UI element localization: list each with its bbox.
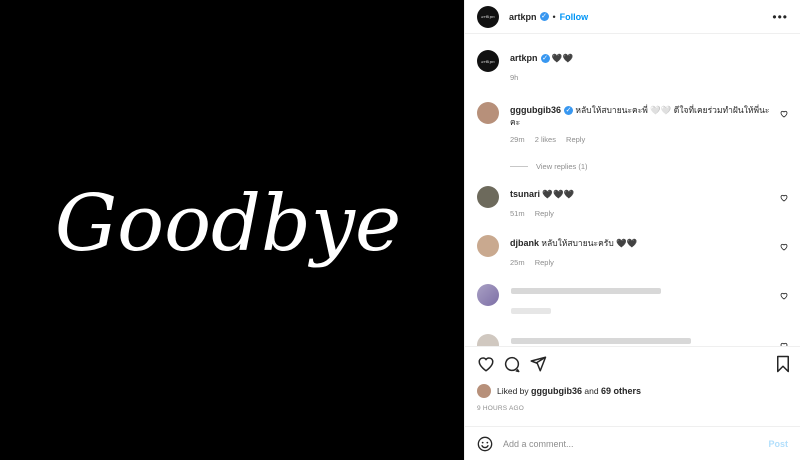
- heart-icon[interactable]: [780, 292, 788, 300]
- separator-dot: •: [552, 11, 556, 22]
- liker-username[interactable]: gggubgib36: [531, 386, 582, 396]
- add-comment-bar: Post: [465, 426, 800, 460]
- caption-time: 9h: [510, 73, 519, 82]
- post-details-panel: artkpn artkpn ✓ • Follow ••• artkpn artk…: [464, 0, 800, 460]
- verified-icon: ✓: [540, 54, 550, 64]
- like-heart-icon[interactable]: [477, 355, 495, 373]
- divider-line: [510, 166, 528, 167]
- post-image[interactable]: Goodbye: [0, 0, 464, 460]
- caption: artkpn artkpn ✓ 🖤🖤 9h: [477, 50, 788, 90]
- comment-input[interactable]: [503, 438, 769, 449]
- comment-text: หลับให้สบายนะครับ 🖤🖤: [541, 238, 638, 248]
- comment-item: tsunari 🖤🖤🖤 51m Reply: [477, 186, 788, 226]
- comment-icon[interactable]: [503, 355, 521, 373]
- share-icon[interactable]: [529, 355, 547, 373]
- goodbye-artwork: Goodbye: [55, 179, 401, 269]
- blurred-comment: [477, 284, 788, 324]
- comments-list[interactable]: artkpn artkpn ✓ 🖤🖤 9h gggubgib36 ✓ หลับให้…: [465, 34, 800, 346]
- likes-others-link[interactable]: 69 others: [601, 386, 641, 396]
- post-header: artkpn artkpn ✓ • Follow •••: [465, 0, 800, 34]
- ellipsis-icon[interactable]: •••: [772, 10, 788, 24]
- reply-button[interactable]: Reply: [566, 135, 585, 144]
- comment-item: djbank หลับให้สบายนะครับ 🖤🖤 25m Reply: [477, 235, 788, 275]
- comment-time: 51m: [510, 209, 525, 218]
- emoji-icon[interactable]: [477, 436, 493, 452]
- blurred-meta: [511, 308, 551, 314]
- heart-icon[interactable]: [780, 110, 788, 118]
- likes-summary: Liked by gggubgib36 and 69 others: [477, 384, 641, 398]
- reply-button[interactable]: Reply: [535, 258, 554, 267]
- commenter-avatar[interactable]: [477, 102, 499, 124]
- goodbye-text: Goodbye: [55, 179, 401, 269]
- caption-text: 🖤🖤: [551, 53, 574, 63]
- comment-username[interactable]: tsunari: [510, 189, 540, 199]
- commenter-avatar: [477, 284, 499, 306]
- caption-username[interactable]: artkpn: [510, 53, 538, 63]
- heart-icon[interactable]: [780, 194, 788, 202]
- verified-icon: ✓: [564, 106, 573, 116]
- liker-avatar[interactable]: [477, 384, 491, 398]
- heart-icon[interactable]: [780, 243, 788, 251]
- author-avatar[interactable]: artkpn: [477, 5, 499, 28]
- follow-button[interactable]: Follow: [560, 12, 589, 22]
- blurred-comment: [477, 334, 788, 346]
- view-replies-button[interactable]: View replies (1): [510, 162, 588, 171]
- comment-username[interactable]: gggubgib36: [510, 105, 561, 115]
- commenter-avatar: [477, 334, 499, 346]
- verified-icon: ✓: [539, 12, 549, 21]
- bookmark-icon[interactable]: [774, 355, 792, 373]
- post-timestamp: 9 HOURS AGO: [477, 405, 524, 412]
- post-button[interactable]: Post: [768, 439, 788, 449]
- action-bar: [465, 346, 800, 382]
- comment-username[interactable]: djbank: [510, 238, 539, 248]
- post-viewer: Goodbye artkpn artkpn ✓ • Follow ••• art…: [0, 0, 800, 460]
- comment-time: 25m: [510, 258, 525, 267]
- comment-time: 29m: [510, 135, 525, 144]
- author-username[interactable]: artkpn: [509, 12, 537, 22]
- blurred-text: [511, 338, 691, 344]
- comment-item: gggubgib36 ✓ หลับให้สบายนะคะพี่ 🤍🤍 ดีใจที…: [477, 102, 788, 174]
- commenter-avatar[interactable]: [477, 235, 499, 257]
- blurred-text: [511, 288, 661, 294]
- comment-text: 🖤🖤🖤: [542, 189, 575, 199]
- commenter-avatar[interactable]: [477, 186, 499, 208]
- reply-button[interactable]: Reply: [535, 209, 554, 218]
- comment-likes[interactable]: 2 likes: [535, 135, 556, 144]
- caption-avatar[interactable]: artkpn: [477, 50, 499, 72]
